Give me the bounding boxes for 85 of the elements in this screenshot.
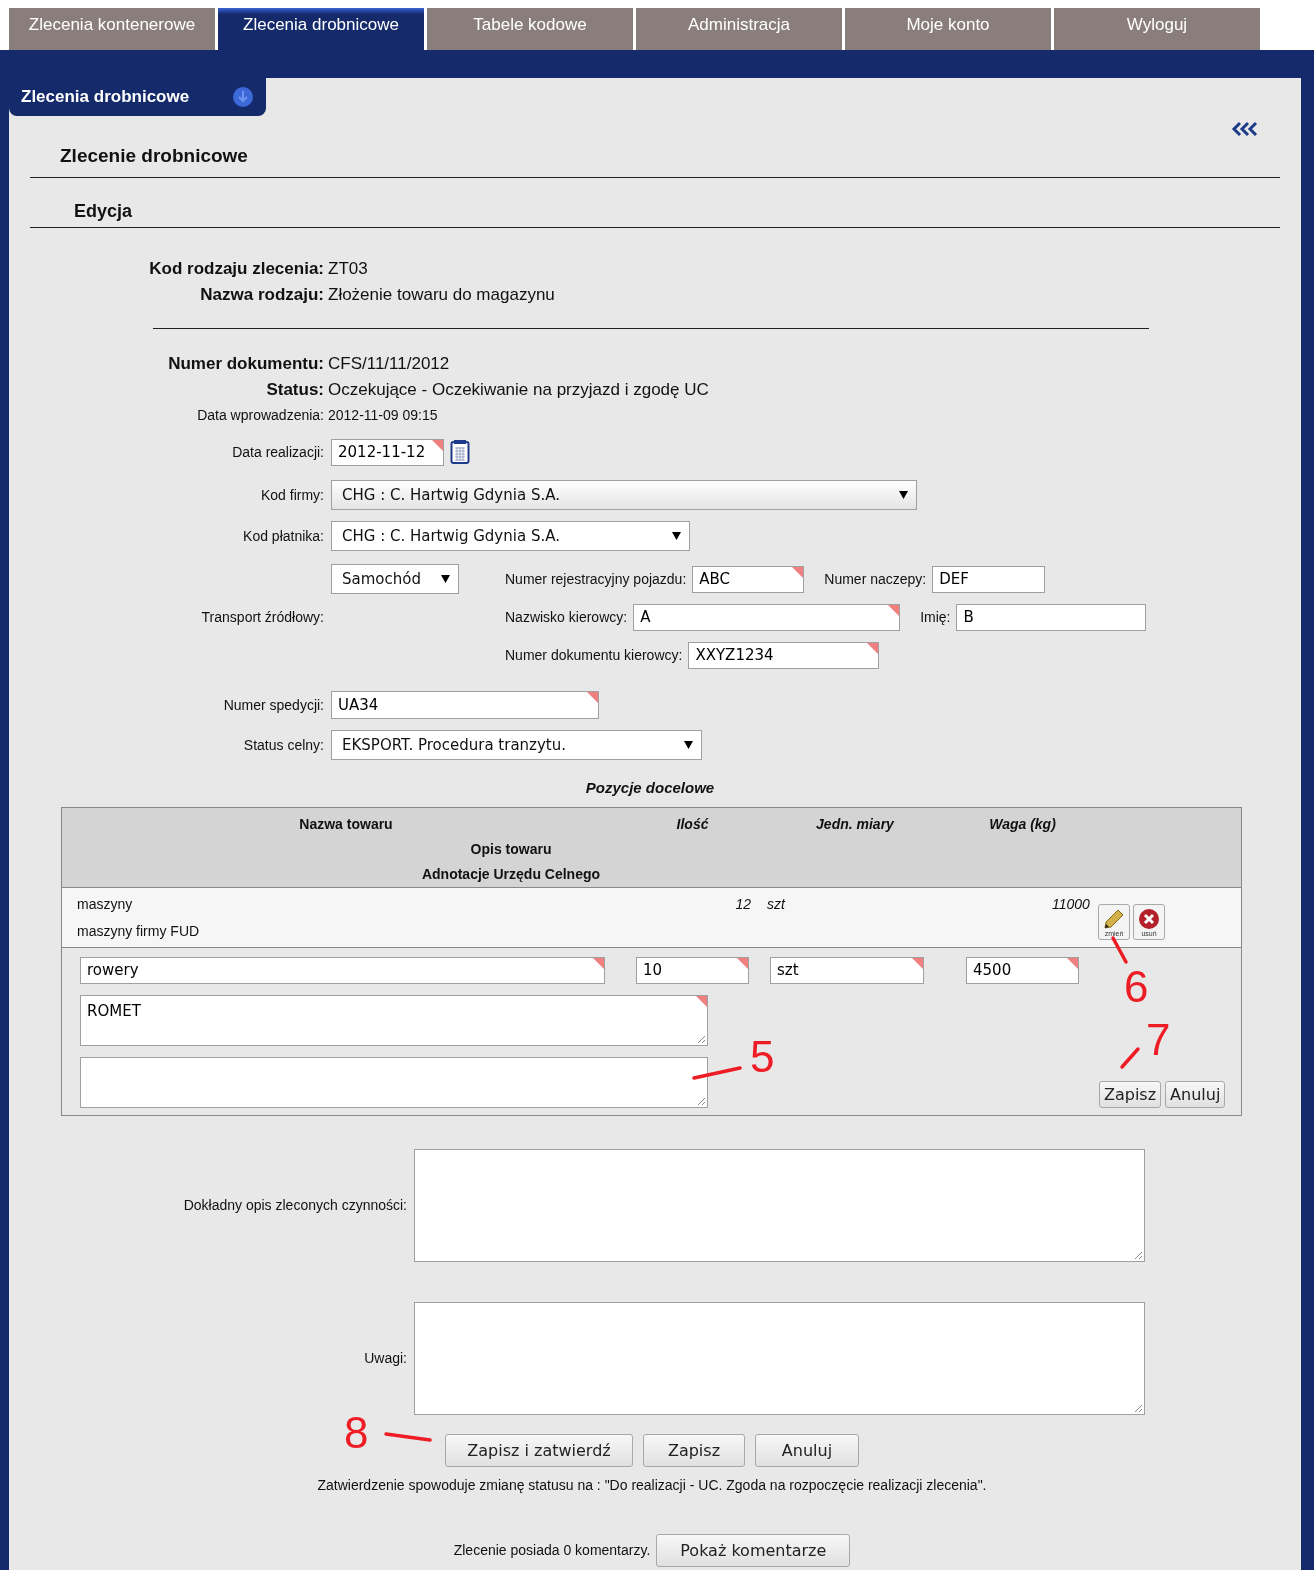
field-value: 2012-11-09 09:15 [328, 405, 438, 425]
field-value: CFS/11/11/2012 [328, 353, 450, 376]
field-label: Status celny: [242, 735, 324, 755]
field-label: Numer dokumentu kierowcy: [505, 645, 683, 665]
table-cell-text: maszyny firmy FUD [77, 922, 201, 941]
nav-tab[interactable]: Administracja [636, 8, 842, 50]
nav-tab[interactable]: Zlecenia drobnicowe [218, 8, 424, 50]
caret-icon [441, 575, 450, 583]
section-tab-label: Zlecenia drobnicowe [21, 86, 190, 109]
table-cell-text: 12 [735, 895, 751, 914]
field-label: Transport źródłowy: [200, 607, 324, 627]
nav-tab[interactable]: Wyloguj [1054, 8, 1260, 50]
field-label: Uwagi: [363, 1349, 407, 1368]
column-header: Nazwa towaru [299, 815, 393, 834]
approval-note: Zatwierdzenie spowoduje zmianę statusu na : "Do realizacji - UC. Zgoda na rozpoczęcie realizacji zlecenia". [317, 1476, 987, 1495]
button[interactable]: Pokaż komentarze [656, 1534, 851, 1567]
pencil-icon [1103, 908, 1125, 930]
column-header: Ilość [676, 815, 709, 834]
text-field[interactable]: 4500 [966, 957, 1079, 984]
page-title: Zlecenie drobnicowe [60, 145, 248, 166]
text-field[interactable]: rowery [80, 957, 605, 984]
dropdown[interactable]: Samochód [331, 564, 459, 594]
notes-area[interactable] [80, 1057, 708, 1108]
field-label: Imię: [920, 607, 951, 627]
button[interactable]: Zapisz [1099, 1081, 1162, 1108]
field-label: Numer spedycji: [222, 695, 324, 715]
text-field[interactable]: XXYZ1234 [688, 641, 880, 669]
section-subtitle: Edycja [74, 201, 133, 221]
field-label: Data realizacji: [231, 442, 324, 462]
field-label: Status: [265, 379, 324, 402]
text-field[interactable]: UA34 [331, 691, 599, 719]
nav-tab[interactable]: Moje konto [845, 8, 1051, 50]
nav-tab[interactable]: Zlecenia kontenerowe [9, 8, 215, 50]
annotation-number: 7 [1118, 1015, 1176, 1073]
button[interactable]: Anuluj [755, 1434, 859, 1467]
field-label: Numer dokumentu: [167, 353, 324, 376]
text-field[interactable]: A [633, 603, 901, 631]
description-area[interactable]: ROMET [80, 995, 708, 1046]
column-header: Waga (kg) [989, 815, 1056, 834]
field-label: Kod firmy: [260, 485, 324, 505]
field-label: Dokładny opis zleconych czynności: [182, 1196, 407, 1215]
caret-icon [684, 741, 693, 749]
caret-icon [899, 491, 908, 499]
column-header: Adnotacje Urzędu Celnego [421, 865, 601, 884]
dropdown[interactable]: EKSPORT. Procedura tranzytu. [331, 730, 702, 760]
date-field[interactable]: 2012-11-12 [331, 438, 444, 466]
close-icon [1138, 908, 1160, 930]
field-label: Numer rejestracyjny pojazdu: [505, 569, 687, 589]
resize-grip-icon [697, 1097, 706, 1106]
dropdown[interactable]: CHG : C. Hartwig Gdynia S.A. [331, 521, 690, 551]
table-cell: 11000 [1052, 896, 1090, 912]
column-header: Jedn. miary [816, 815, 894, 834]
table-cell-text: maszyny [77, 895, 134, 914]
field-label: Nazwisko kierowcy: [505, 607, 628, 627]
text-field[interactable]: DEF [932, 565, 1046, 593]
section-tab[interactable]: Zlecenia drobnicowe [9, 78, 266, 116]
button[interactable]: Anuluj [1165, 1081, 1226, 1108]
table-title: Pozycje docelowe [585, 778, 715, 797]
details-area[interactable] [414, 1149, 1145, 1262]
text-field[interactable]: B [956, 603, 1147, 631]
text-field[interactable]: ABC [692, 565, 805, 593]
text-field[interactable]: 10 [636, 957, 749, 984]
field-label: Data wprowadzenia: [196, 405, 324, 425]
text-field[interactable]: szt [770, 957, 924, 984]
field-label: Nazwa rodzaju: [199, 284, 324, 307]
calendar-icon[interactable] [450, 439, 470, 465]
nav-tab[interactable]: Tabele kodowe [427, 8, 633, 50]
field-label: Kod płatnika: [242, 526, 324, 546]
field-label: Numer naczepy: [824, 569, 927, 589]
resize-grip-icon [1134, 1251, 1143, 1260]
comments-count: Zlecenie posiada 0 komentarzy. [453, 1541, 651, 1560]
remarks-area[interactable] [414, 1302, 1145, 1415]
field-value: Oczekujące - Oczekiwanie na przyjazd i zgodę UC [328, 379, 709, 402]
column-header: Opis towaru [470, 840, 552, 859]
field-label: Kod rodzaju zlecenia: [148, 258, 324, 281]
resize-grip-icon [1134, 1404, 1143, 1413]
dropdown[interactable]: CHG : C. Hartwig Gdynia S.A. [331, 480, 917, 510]
button[interactable]: Zapisz [643, 1434, 745, 1467]
table-cell: szt [767, 896, 785, 912]
resize-grip-icon [697, 1035, 706, 1044]
button[interactable]: Zapisz i zatwierdź [445, 1434, 633, 1467]
annotation-number: 8 [342, 1408, 434, 1454]
field-value: ZT03 [328, 258, 368, 281]
field-value: Złożenie towaru do magazynu [328, 284, 555, 307]
caret-icon [672, 532, 681, 540]
